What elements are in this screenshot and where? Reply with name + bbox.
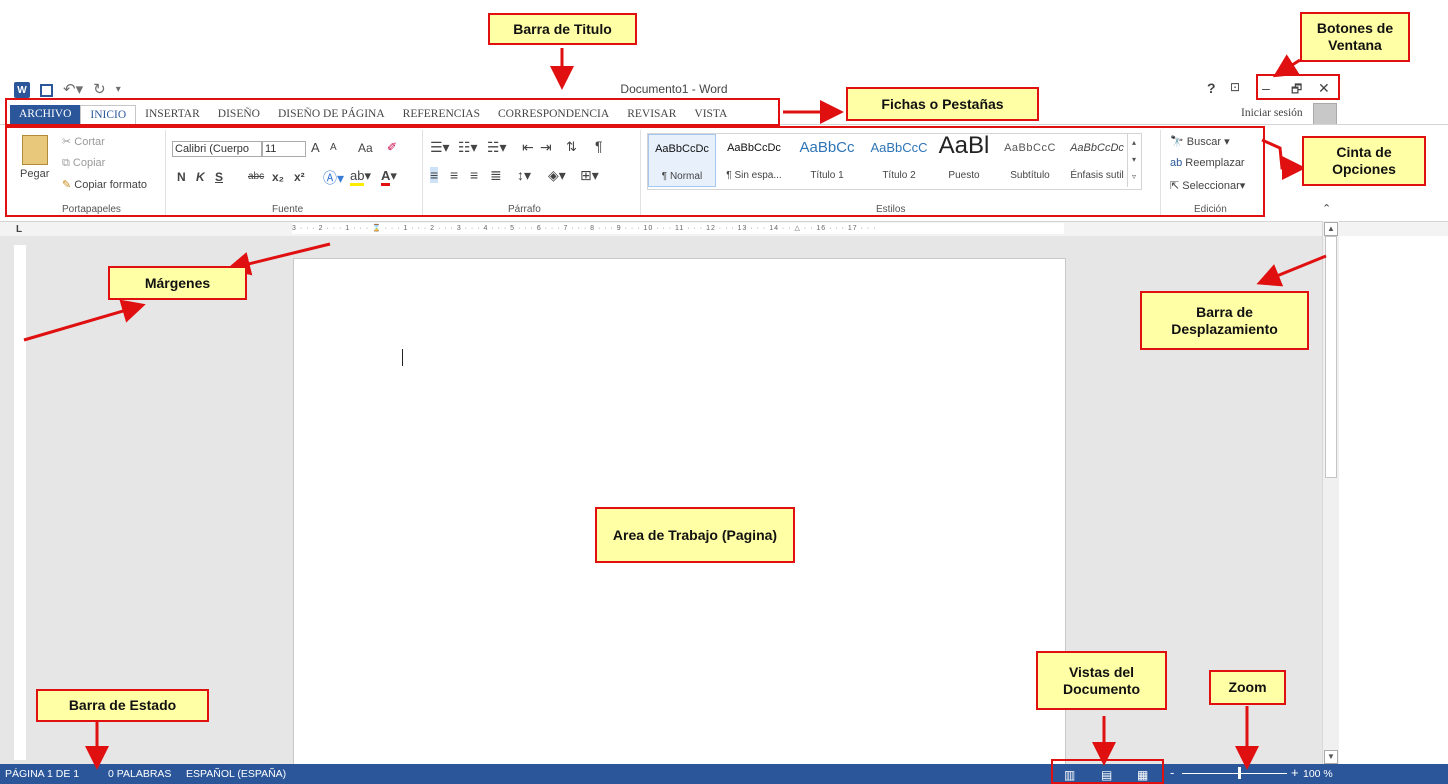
annotation-zoom: Zoom: [1209, 670, 1286, 705]
annotation-arrows: [23, 48, 1327, 770]
annotation-window-buttons: Botones de Ventana: [1300, 12, 1410, 62]
arrow-margins-top: [226, 242, 331, 276]
annotation-work-area: Area de Trabajo (Pagina): [595, 507, 795, 563]
annotation-views: Vistas del Documento: [1036, 651, 1167, 710]
arrow-margins-left: [23, 299, 146, 342]
annotation-tabs: Fichas o Pestañas: [846, 87, 1039, 121]
annotation-scrollbar: Barra de Desplazamiento: [1140, 291, 1309, 350]
arrow-scrollbar: [1256, 254, 1327, 287]
arrow-window-buttons: [1272, 54, 1301, 78]
annotation-title-bar: Barra de Titulo: [488, 13, 637, 45]
annotation-margins: Márgenes: [108, 266, 247, 300]
annotation-status-bar: Barra de Estado: [36, 689, 209, 722]
annotation-ribbon: Cinta de Opciones: [1302, 136, 1426, 186]
arrow-ribbon: [1261, 138, 1306, 180]
